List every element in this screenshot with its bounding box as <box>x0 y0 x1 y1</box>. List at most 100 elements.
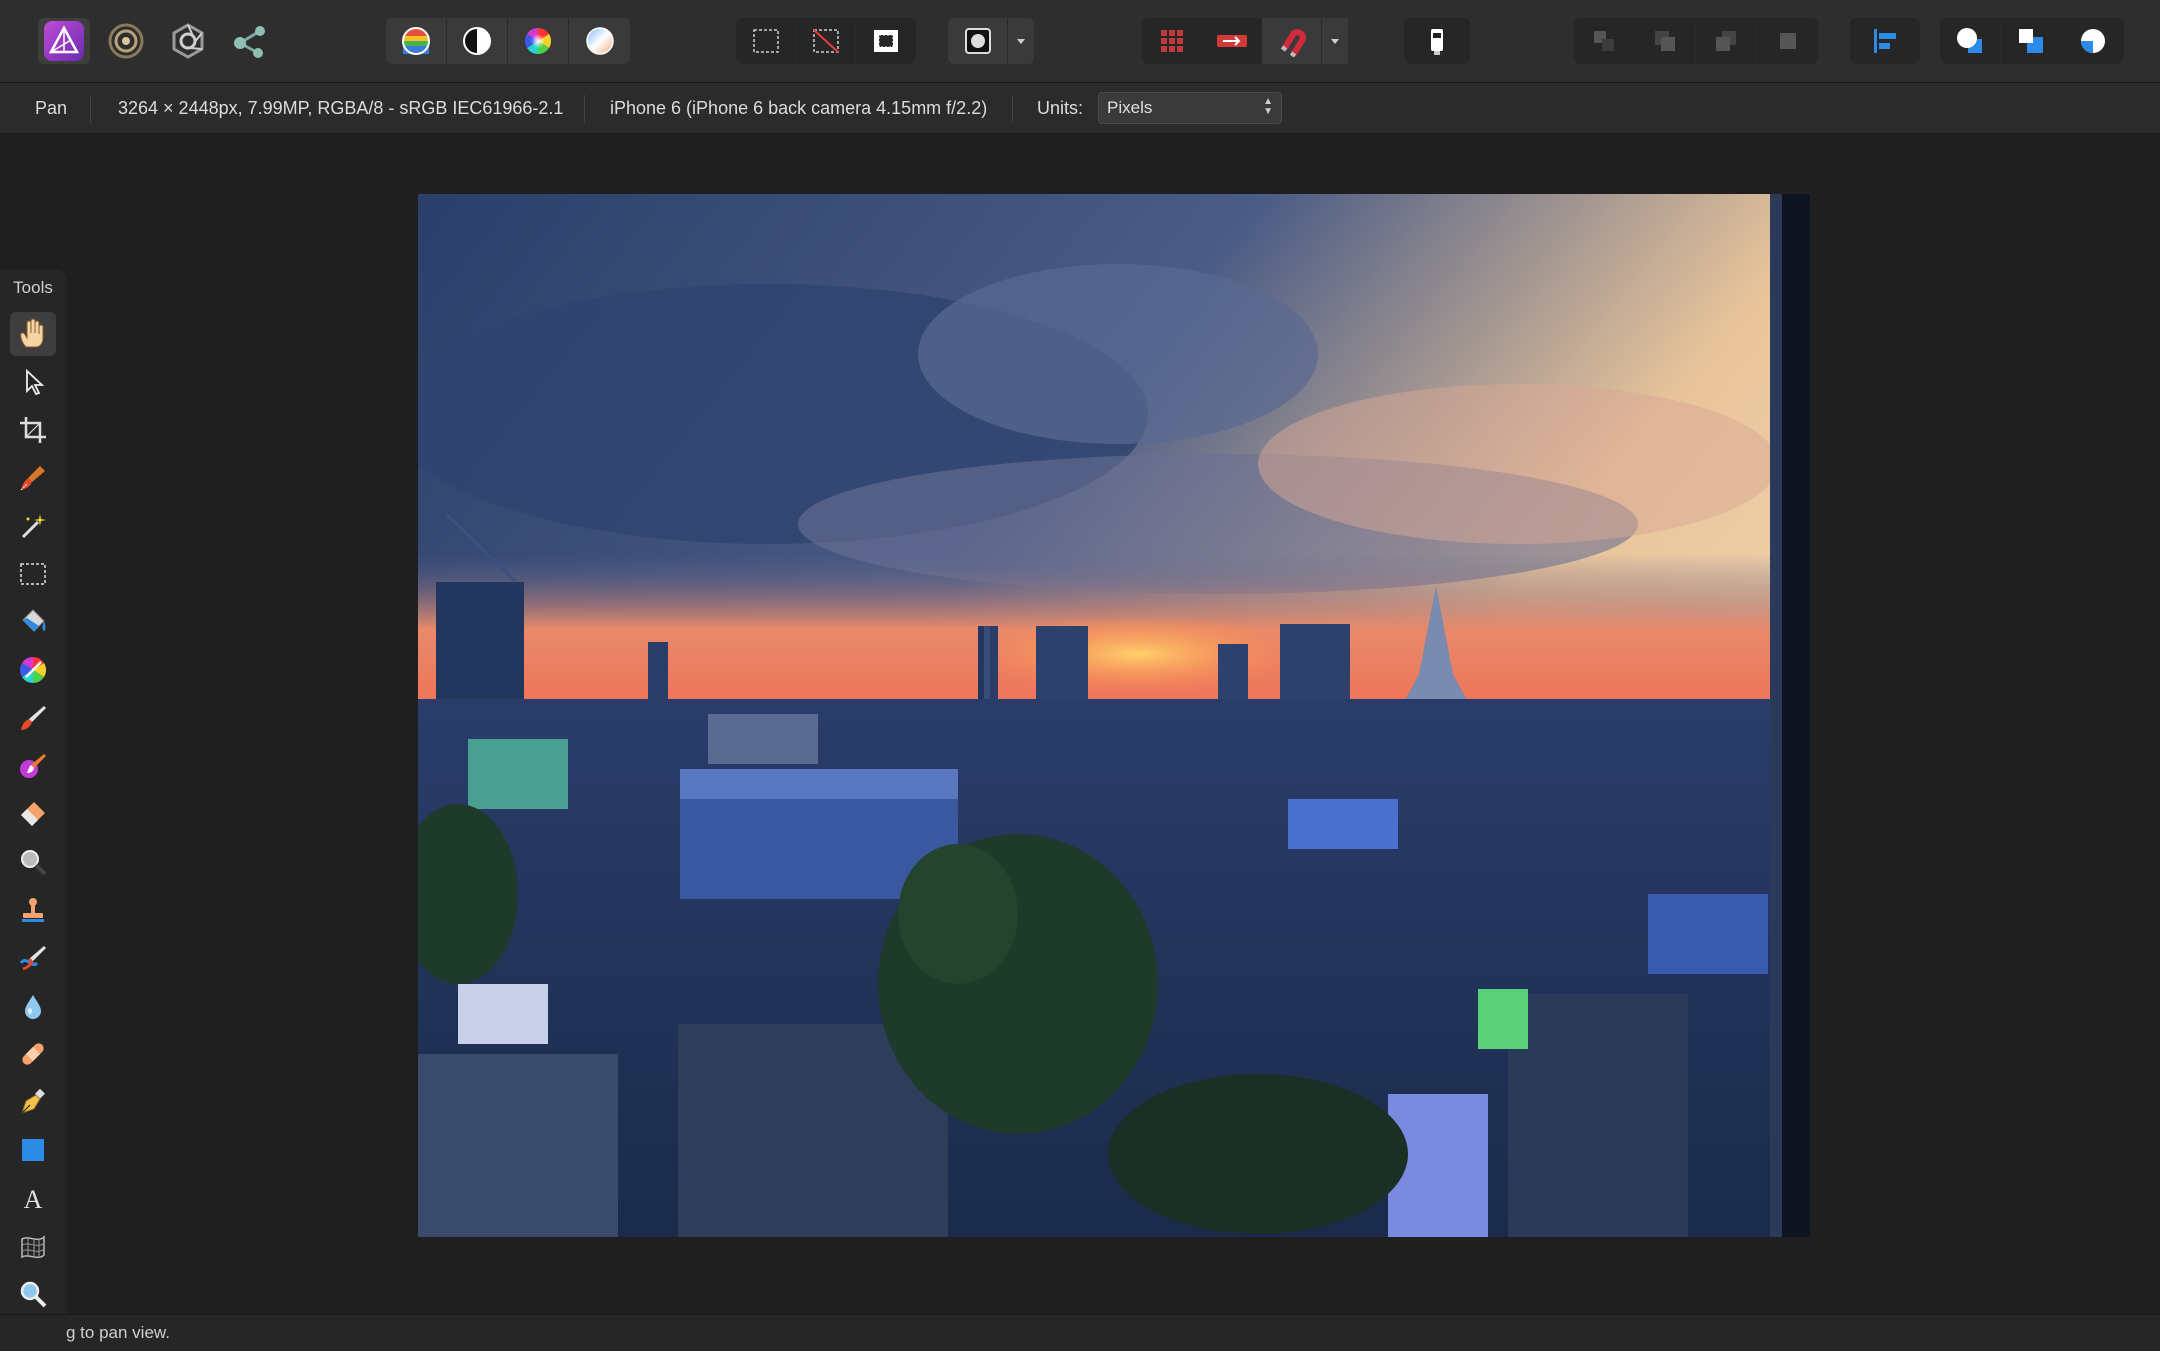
color-replacement-tool[interactable] <box>10 744 56 788</box>
arrange-group <box>1574 18 1818 64</box>
mesh-warp-icon <box>21 1235 45 1259</box>
units-label: Units: <box>1037 98 1084 118</box>
auto-adjust-group <box>386 18 630 64</box>
boolean-intersect-button[interactable] <box>2062 18 2123 64</box>
selection-group <box>736 18 916 64</box>
auto-white-balance-button[interactable] <box>569 18 630 64</box>
status-hint: g to pan view. <box>66 1323 170 1342</box>
invert-selection-icon <box>874 30 898 52</box>
clone-brush-tool[interactable] <box>10 888 56 932</box>
healing-brush-tool[interactable] <box>10 1032 56 1076</box>
mesh-warp-tool[interactable] <box>10 1224 56 1268</box>
flood-select-tool[interactable] <box>10 504 56 548</box>
pan-tool[interactable] <box>10 312 56 356</box>
auto-contrast-button[interactable] <box>447 18 508 64</box>
snapping-button[interactable] <box>1262 18 1322 64</box>
smudge-brush-tool[interactable] <box>10 936 56 980</box>
separator <box>90 95 91 123</box>
show-grid-button[interactable] <box>1142 18 1202 64</box>
move-back-icon <box>1655 31 1675 51</box>
units-value: Pixels <box>1107 98 1153 117</box>
units-select[interactable]: Pixels ▲ ▼ <box>1098 92 1282 124</box>
water-drop-icon <box>25 995 41 1019</box>
gradient-tool[interactable] <box>10 648 56 692</box>
affinity-photo-logo-icon <box>44 21 84 61</box>
move-back-button[interactable] <box>1635 18 1696 64</box>
selection-brush-tool[interactable] <box>10 456 56 500</box>
arrow-pointer-icon <box>26 368 45 396</box>
magnifier-icon <box>20 1281 47 1308</box>
crop-icon <box>20 417 46 443</box>
develop-aperture-icon <box>172 23 204 59</box>
separator <box>584 95 585 123</box>
pen-tool[interactable] <box>10 1080 56 1124</box>
auto-colors-button[interactable] <box>508 18 569 64</box>
photo-persona-button[interactable] <box>38 18 90 64</box>
smudge-icon <box>19 946 46 971</box>
brush-group <box>1404 18 1470 64</box>
quick-mask-button[interactable] <box>948 18 1008 64</box>
photo-city-sunset <box>418 194 1810 1237</box>
snapping-dropdown[interactable] <box>1322 18 1348 64</box>
boolean-group <box>1940 18 2124 64</box>
chevron-down-icon <box>1331 39 1339 44</box>
flood-fill-tool[interactable] <box>10 600 56 644</box>
paint-brush-tool[interactable] <box>10 696 56 740</box>
boolean-subtract-button[interactable] <box>2001 18 2062 64</box>
share-nodes-icon <box>234 26 265 58</box>
separator <box>1012 95 1013 123</box>
move-forward-button[interactable] <box>1696 18 1757 64</box>
paint-brush-icon <box>21 706 46 730</box>
pen-nib-icon <box>21 1088 45 1114</box>
move-to-back-button[interactable] <box>1574 18 1635 64</box>
rectangle-tool[interactable] <box>10 1128 56 1172</box>
svg-text:A: A <box>24 1185 43 1213</box>
selection-brush-icon <box>20 466 45 491</box>
intersect-icon <box>2080 29 2105 53</box>
deselect-icon <box>812 29 839 53</box>
move-tool[interactable] <box>10 360 56 404</box>
dodge-brush-tool[interactable] <box>10 840 56 884</box>
status-bar: g to pan view. <box>0 1314 2160 1351</box>
marquee-tool[interactable] <box>10 552 56 596</box>
auto-white-balance-icon <box>585 27 614 55</box>
quick-mask-dropdown[interactable] <box>1008 18 1034 64</box>
select-all-button[interactable] <box>736 18 796 64</box>
auto-levels-button[interactable] <box>386 18 447 64</box>
add-icon <box>1957 28 1982 53</box>
grid-icon <box>1160 30 1183 52</box>
deselect-button[interactable] <box>796 18 856 64</box>
image-info-label: 3264 × 2448px, 7.99MP, RGBA/8 - sRGB IEC… <box>118 98 564 118</box>
rectangle-shape-icon <box>22 1139 44 1161</box>
eraser-icon <box>21 802 45 826</box>
dodge-icon <box>21 850 47 876</box>
erase-brush-tool[interactable] <box>10 792 56 836</box>
move-forward-icon <box>1716 31 1736 51</box>
quick-mask-group <box>948 18 1034 64</box>
paint-bucket-icon <box>22 609 46 632</box>
crop-tool[interactable] <box>10 408 56 452</box>
snapping-group <box>1142 18 1348 64</box>
brush-preview-button[interactable] <box>1404 18 1470 64</box>
liquify-persona-button[interactable] <box>100 18 152 64</box>
develop-persona-button[interactable] <box>162 18 214 64</box>
align-button[interactable] <box>1850 18 1920 64</box>
text-icon: A <box>24 1185 43 1213</box>
align-left-icon <box>1874 29 1896 53</box>
document-canvas[interactable] <box>418 194 1810 1237</box>
tools-panel-title: Tools <box>13 278 53 297</box>
boolean-add-button[interactable] <box>1940 18 2001 64</box>
move-to-back-icon <box>1594 31 1614 51</box>
rectangle-marquee-icon <box>20 563 46 585</box>
brush-preview-icon <box>1431 29 1443 55</box>
blur-brush-tool[interactable] <box>10 984 56 1028</box>
color-replace-brush-icon <box>20 754 46 778</box>
zoom-tool[interactable] <box>10 1272 56 1316</box>
color-wheel-icon <box>19 656 47 684</box>
move-to-front-button[interactable] <box>1757 18 1818 64</box>
export-persona-button[interactable] <box>224 18 276 64</box>
assistant-button[interactable] <box>1202 18 1262 64</box>
snapping-magnet-icon <box>1280 29 1306 57</box>
text-tool[interactable]: A <box>10 1176 56 1220</box>
invert-selection-button[interactable] <box>856 18 916 64</box>
